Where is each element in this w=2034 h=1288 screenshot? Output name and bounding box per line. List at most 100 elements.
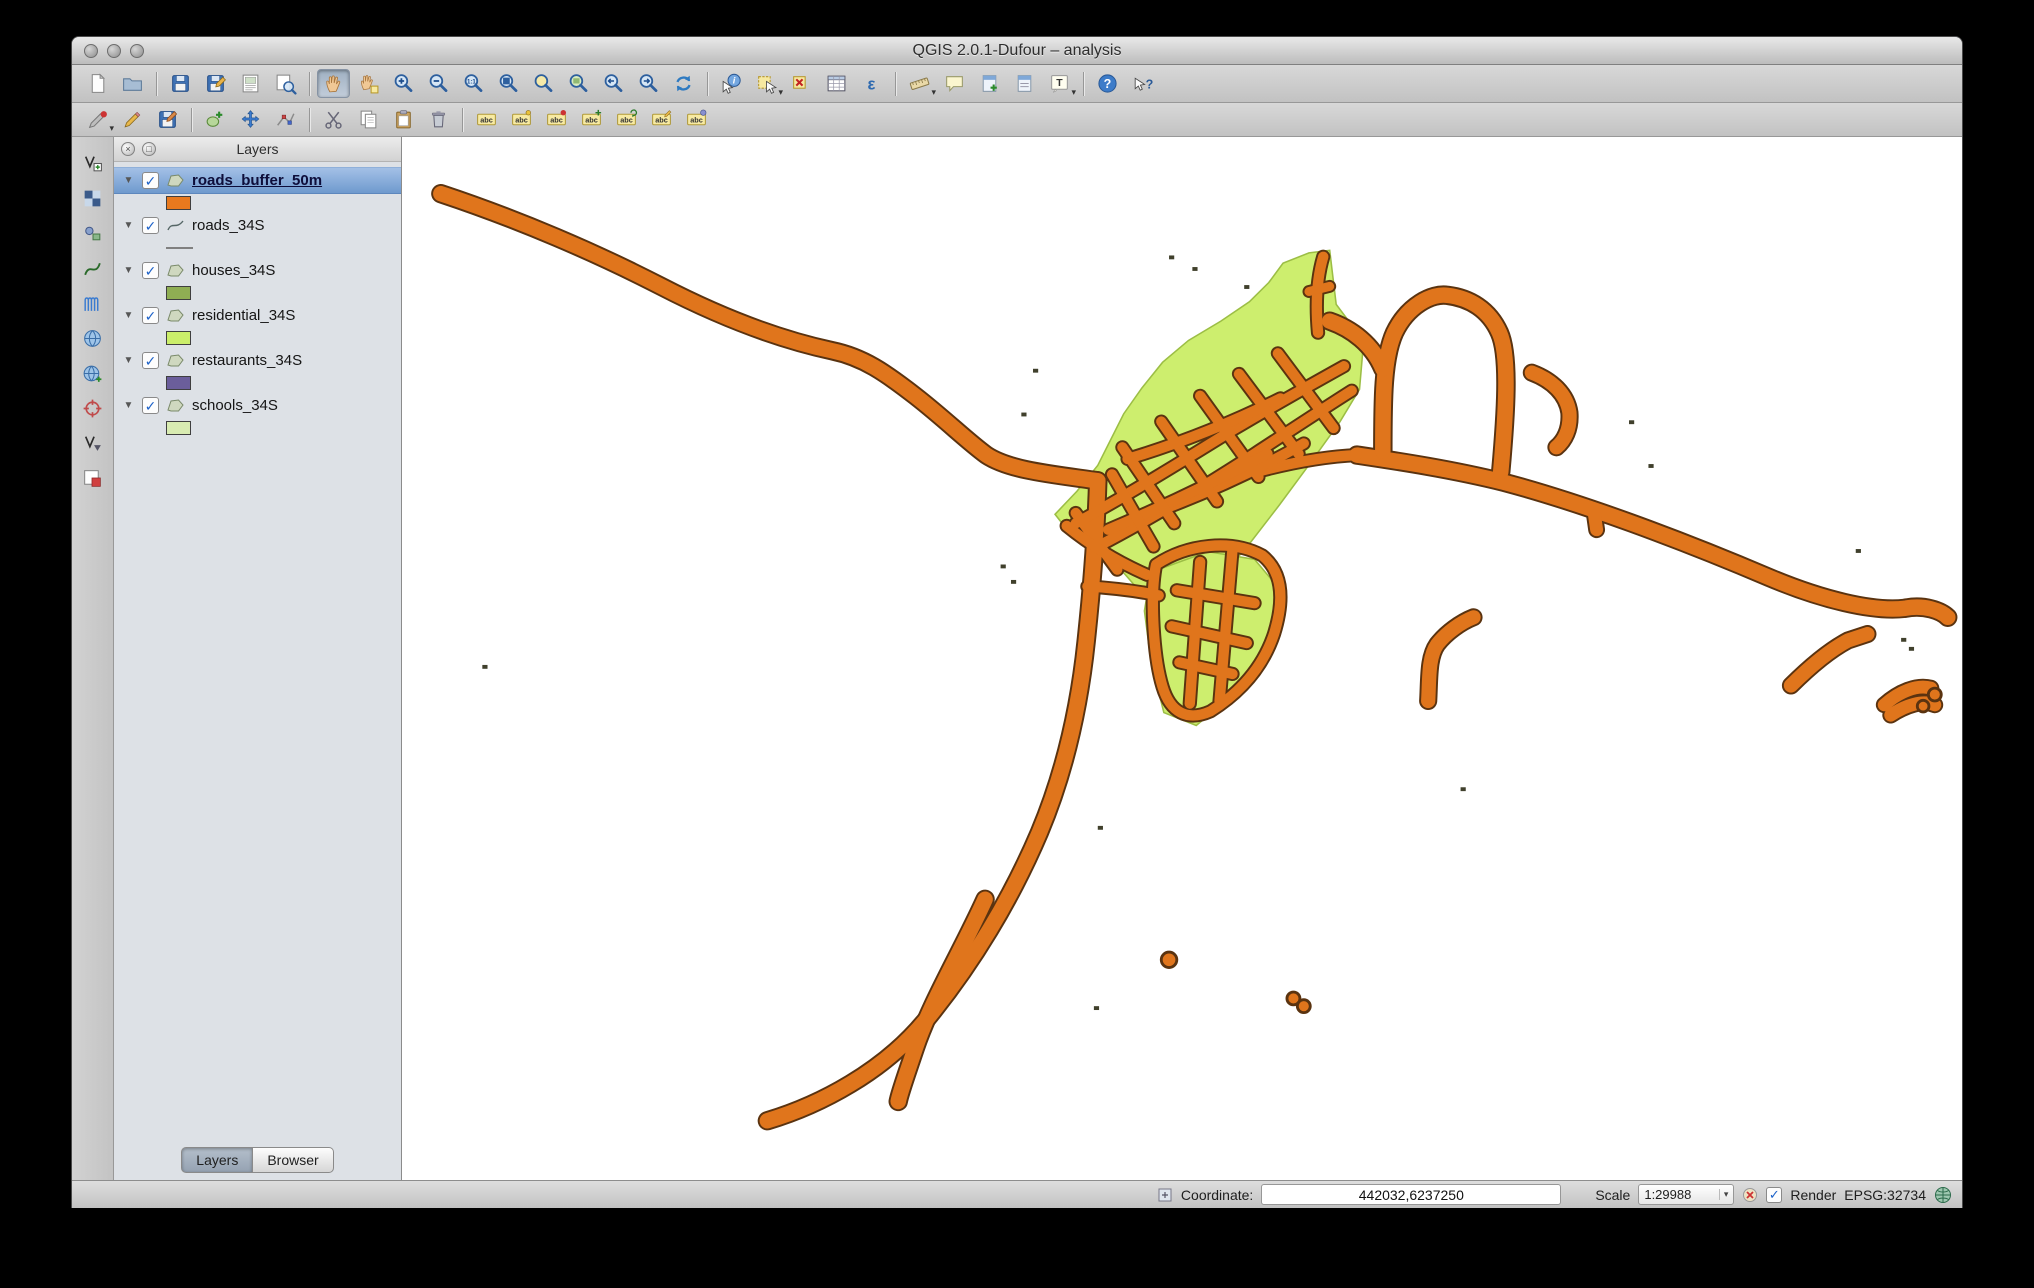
layer-symbol-line[interactable]	[166, 247, 193, 249]
cut-features-button[interactable]	[317, 105, 350, 134]
scale-combo[interactable]: 1:29988 ▾	[1638, 1184, 1734, 1205]
copy-features-button[interactable]	[352, 105, 385, 134]
identify-features-button[interactable]: i	[715, 69, 748, 98]
layer-item-roads_34S[interactable]: ▼✓roads_34S	[114, 212, 401, 239]
labeling-options-button[interactable]: abc	[470, 105, 503, 134]
window-title: QGIS 2.0.1-Dufour – analysis	[72, 42, 1962, 60]
pan-map-button[interactable]	[317, 69, 350, 98]
move-label-button[interactable]: abc	[575, 105, 608, 134]
zoom-out-button[interactable]	[422, 69, 455, 98]
layer-visibility-checkbox[interactable]: ✓	[142, 352, 159, 369]
save-project-as-button[interactable]	[199, 69, 232, 98]
add-wms-layer-button[interactable]	[78, 324, 108, 352]
toggle-editing-button[interactable]	[116, 105, 149, 134]
zoom-last-button[interactable]	[597, 69, 630, 98]
layer-item-houses_34S[interactable]: ▼✓houses_34S	[114, 257, 401, 284]
stop-render-icon[interactable]	[1742, 1187, 1758, 1203]
measure-button[interactable]: ▾	[903, 69, 936, 98]
map-canvas[interactable]	[402, 137, 1962, 1180]
save-project-button[interactable]	[164, 69, 197, 98]
node-tool-button[interactable]	[269, 105, 302, 134]
close-window-button[interactable]	[84, 44, 98, 58]
zoom-in-button[interactable]	[387, 69, 420, 98]
paste-features-button[interactable]	[387, 105, 420, 134]
add-wcs-layer-button[interactable]	[78, 359, 108, 387]
interpolation-button[interactable]	[78, 289, 108, 317]
pan-to-selection-button[interactable]	[352, 69, 385, 98]
layer-symbol-swatch[interactable]	[166, 196, 191, 210]
layer-visibility-checkbox[interactable]: ✓	[142, 217, 159, 234]
plugins-toolbar	[72, 137, 114, 1180]
layer-visibility-checkbox[interactable]: ✓	[142, 397, 159, 414]
change-label-button[interactable]: abc	[645, 105, 678, 134]
expand-arrow-icon[interactable]: ▼	[122, 265, 135, 276]
layer-item-restaurants_34S[interactable]: ▼✓restaurants_34S	[114, 347, 401, 374]
open-attribute-table-button[interactable]	[820, 69, 853, 98]
highlight-pinned-labels-button[interactable]: abc	[540, 105, 573, 134]
map-tips-button[interactable]	[938, 69, 971, 98]
move-feature-button[interactable]	[234, 105, 267, 134]
expand-arrow-icon[interactable]: ▼	[122, 400, 135, 411]
raster-calculator-button[interactable]	[78, 184, 108, 212]
toolbar-separator	[309, 72, 310, 96]
coordinate-capture-button[interactable]	[78, 394, 108, 422]
zoom-full-button[interactable]	[492, 69, 525, 98]
tab-browser[interactable]: Browser	[253, 1147, 333, 1173]
layer-visibility-checkbox[interactable]: ✓	[142, 262, 159, 279]
layer-item-schools_34S[interactable]: ▼✓schools_34S	[114, 392, 401, 419]
zoom-to-selection-button[interactable]	[527, 69, 560, 98]
help-contents-button[interactable]: ?	[1091, 69, 1124, 98]
text-annotation-button[interactable]: T▾	[1043, 69, 1076, 98]
new-bookmark-button[interactable]	[973, 69, 1006, 98]
svg-text:abc: abc	[585, 115, 598, 124]
zoom-to-layer-button[interactable]	[562, 69, 595, 98]
layer-item-residential_34S[interactable]: ▼✓residential_34S	[114, 302, 401, 329]
layer-visibility-checkbox[interactable]: ✓	[142, 307, 159, 324]
coordinate-input[interactable]	[1261, 1184, 1561, 1205]
composer-manager-button[interactable]	[269, 69, 302, 98]
coordinate-toggle-icon[interactable]	[1157, 1187, 1173, 1203]
expand-arrow-icon[interactable]: ▼	[122, 310, 135, 321]
crs-status-icon[interactable]	[1934, 1186, 1952, 1204]
zoom-window-button[interactable]	[130, 44, 144, 58]
layer-symbol-swatch[interactable]	[166, 286, 191, 300]
expand-arrow-icon[interactable]: ▼	[122, 355, 135, 366]
layer-item-roads_buffer_50m[interactable]: ▼✓roads_buffer_50m	[114, 167, 401, 194]
field-calculator-button[interactable]: ε	[855, 69, 888, 98]
label-properties-button[interactable]: abc	[680, 105, 713, 134]
save-layer-edits-button[interactable]	[151, 105, 184, 134]
layer-symbol-swatch[interactable]	[166, 331, 191, 345]
dxf-export-button[interactable]	[78, 429, 108, 457]
render-checkbox[interactable]: ✓	[1766, 1187, 1782, 1203]
title-bar[interactable]: QGIS 2.0.1-Dufour – analysis	[72, 37, 1962, 65]
whats-this-button[interactable]: ?	[1126, 69, 1159, 98]
delete-selected-button[interactable]	[422, 105, 455, 134]
open-project-button[interactable]	[116, 69, 149, 98]
current-edits-button[interactable]: ▾	[81, 105, 114, 134]
layer-visibility-checkbox[interactable]: ✓	[142, 172, 159, 189]
new-shapefile-layer-button[interactable]	[78, 149, 108, 177]
offline-editing-button[interactable]	[78, 464, 108, 492]
layer-swatch-row	[114, 284, 401, 302]
tab-layers[interactable]: Layers	[181, 1147, 253, 1173]
select-features-button[interactable]: ▾	[750, 69, 783, 98]
rotate-label-button[interactable]: abc	[610, 105, 643, 134]
layer-symbol-swatch[interactable]	[166, 376, 191, 390]
svg-text:?: ?	[1146, 78, 1154, 92]
pin-unpin-labels-button[interactable]: abc	[505, 105, 538, 134]
expand-arrow-icon[interactable]: ▼	[122, 175, 135, 186]
zoom-next-button[interactable]	[632, 69, 665, 98]
new-print-composer-button[interactable]	[234, 69, 267, 98]
new-project-button[interactable]	[81, 69, 114, 98]
expand-arrow-icon[interactable]: ▼	[122, 220, 135, 231]
layer-symbol-swatch[interactable]	[166, 421, 191, 435]
spline-digitizing-button[interactable]	[78, 254, 108, 282]
zoom-native-button[interactable]: 1:1	[457, 69, 490, 98]
gps-tools-button[interactable]	[78, 219, 108, 247]
deselect-features-button[interactable]	[785, 69, 818, 98]
minimize-window-button[interactable]	[107, 44, 121, 58]
add-feature-button[interactable]	[199, 105, 232, 134]
refresh-map-button[interactable]	[667, 69, 700, 98]
dropdown-arrow-icon: ▾	[109, 124, 114, 133]
show-bookmarks-button[interactable]	[1008, 69, 1041, 98]
